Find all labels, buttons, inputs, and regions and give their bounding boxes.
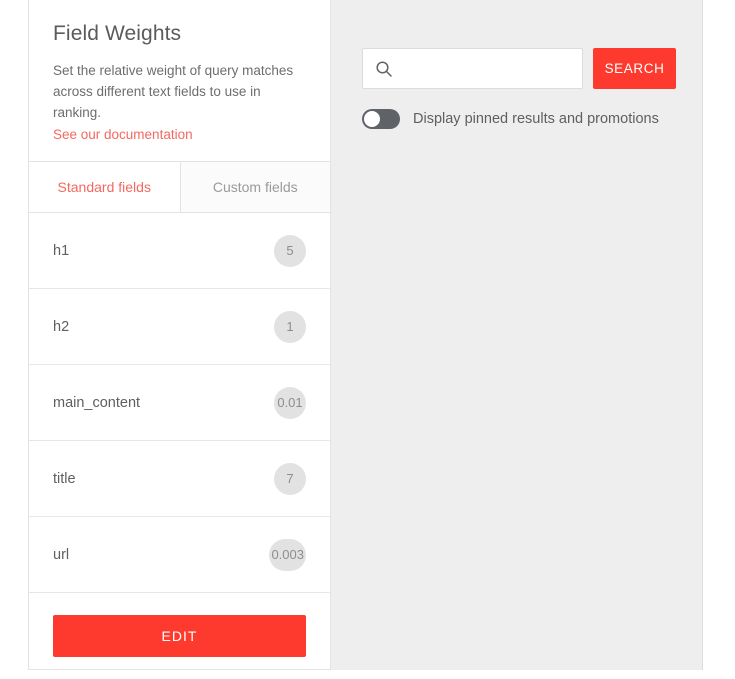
- page-title: Field Weights: [53, 22, 182, 45]
- toggle-knob: [364, 111, 380, 127]
- search-bar: SEARCH: [331, 0, 702, 89]
- tab-standard-fields[interactable]: Standard fields: [29, 162, 180, 213]
- table-row: url 0.003: [29, 517, 330, 593]
- field-weights-card: Field Weights Set the relative weight of…: [28, 0, 331, 670]
- table-row: title 7: [29, 441, 330, 517]
- field-weight-badge: 0.003: [269, 538, 306, 571]
- field-name: url: [53, 546, 70, 563]
- edit-button[interactable]: EDIT: [53, 615, 306, 657]
- table-row: h1 5: [29, 213, 330, 289]
- table-row: main_content 0.01: [29, 365, 330, 441]
- search-input[interactable]: [403, 59, 570, 78]
- field-weight-badge: 1: [274, 310, 306, 343]
- edit-button-container: EDIT: [29, 593, 330, 679]
- search-icon: [375, 60, 393, 78]
- search-preview-panel: SEARCH Display pinned results and promot…: [331, 0, 703, 670]
- tab-custom-fields-label: Custom fields: [212, 179, 298, 195]
- field-weight-badge: 7: [274, 462, 306, 495]
- pinned-results-toggle-row: Display pinned results and promotions: [331, 89, 702, 129]
- field-type-tabs: Standard fields Custom fields: [29, 161, 330, 213]
- card-description: Set the relative weight of query matches…: [53, 63, 294, 120]
- field-weight-badge: 5: [274, 234, 306, 267]
- field-name: h1: [53, 242, 70, 259]
- tab-custom-fields[interactable]: Custom fields: [179, 162, 330, 213]
- table-row: h2 1: [29, 289, 330, 365]
- card-header: Field Weights Set the relative weight of…: [29, 0, 330, 161]
- search-button[interactable]: SEARCH: [593, 48, 676, 89]
- pinned-results-toggle[interactable]: [362, 109, 400, 129]
- field-name: title: [53, 470, 76, 487]
- field-weight-list: h1 5 h2 1 main_content 0.01 title 7 url …: [29, 213, 330, 593]
- tab-standard-fields-label: Standard fields: [57, 179, 151, 195]
- field-weight-badge: 0.01: [274, 386, 306, 419]
- pinned-results-toggle-label: Display pinned results and promotions: [413, 111, 659, 127]
- page-root: Field Weights Set the relative weight of…: [0, 0, 735, 670]
- field-name: main_content: [53, 394, 141, 411]
- search-input-container[interactable]: [362, 48, 583, 89]
- field-name: h2: [53, 318, 70, 335]
- documentation-link[interactable]: See our documentation: [53, 124, 193, 145]
